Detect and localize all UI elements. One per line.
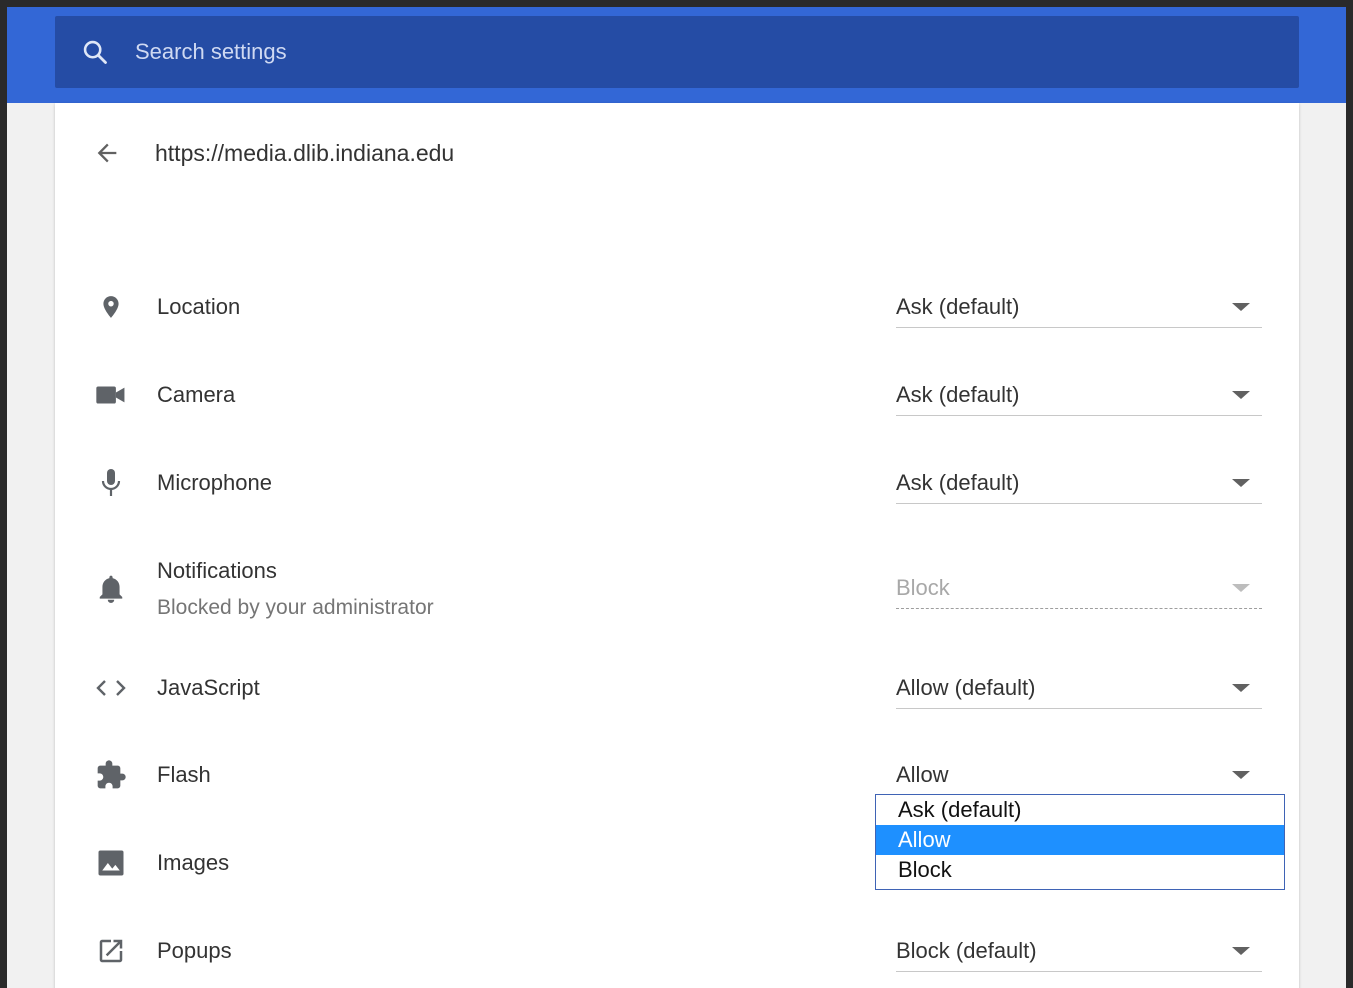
dropdown-option-ask[interactable]: Ask (default) [876, 795, 1284, 825]
select-value: Ask (default) [896, 469, 1020, 495]
search-input[interactable] [135, 39, 735, 65]
bell-icon [85, 574, 137, 604]
chevron-down-icon [1232, 583, 1250, 592]
dropdown-option-allow[interactable]: Allow [876, 825, 1284, 855]
camera-icon [85, 384, 137, 406]
camera-select[interactable]: Ask (default) [896, 374, 1262, 416]
microphone-icon [85, 467, 137, 499]
permission-label: Images [157, 850, 230, 875]
select-value: Ask (default) [896, 381, 1020, 407]
back-button[interactable] [81, 127, 133, 179]
notifications-select: Block [896, 567, 1262, 609]
permission-label: Notifications [157, 558, 277, 583]
permission-row-microphone: Microphone Ask (default) [55, 453, 1299, 513]
chevron-down-icon [1232, 683, 1250, 692]
site-header: https://media.dlib.indiana.edu [55, 125, 1299, 181]
permission-label: Location [157, 294, 241, 319]
location-pin-icon [85, 292, 137, 322]
arrow-back-icon [97, 143, 117, 163]
open-in-new-icon [85, 936, 137, 966]
permission-label: Camera [157, 382, 236, 407]
permission-row-popups: Popups Block (default) [55, 921, 1299, 981]
select-value: Block (default) [896, 937, 1037, 963]
notifications-label-group: Notifications Blocked by your administra… [157, 558, 434, 620]
code-icon [85, 677, 137, 699]
permission-label: Microphone [157, 470, 272, 495]
popups-select[interactable]: Block (default) [896, 930, 1262, 972]
flash-select[interactable]: Allow [896, 754, 1262, 796]
window-frame: https://media.dlib.indiana.edu Location … [0, 0, 1353, 988]
permission-row-camera: Camera Ask (default) [55, 365, 1299, 425]
chevron-down-icon [1232, 946, 1250, 955]
search-box[interactable] [55, 16, 1299, 88]
dropdown-option-block[interactable]: Block [876, 855, 1284, 885]
permission-label: JavaScript [157, 675, 260, 700]
chevron-down-icon [1232, 770, 1250, 779]
settings-toolbar [7, 7, 1346, 103]
javascript-select[interactable]: Allow (default) [896, 667, 1262, 709]
search-icon[interactable] [55, 38, 135, 66]
select-value: Allow [896, 761, 949, 787]
select-value: Allow (default) [896, 674, 1036, 700]
location-select[interactable]: Ask (default) [896, 286, 1262, 328]
chevron-down-icon [1232, 478, 1250, 487]
select-value: Block [896, 574, 950, 600]
permission-sublabel: Blocked by your administrator [157, 596, 434, 619]
flash-dropdown-list[interactable]: Ask (default) Allow Block [875, 794, 1285, 890]
microphone-select[interactable]: Ask (default) [896, 462, 1262, 504]
permission-row-notifications: Notifications Blocked by your administra… [55, 549, 1299, 629]
select-value: Ask (default) [896, 293, 1020, 319]
chevron-down-icon [1232, 390, 1250, 399]
permission-row-javascript: JavaScript Allow (default) [55, 658, 1299, 718]
image-icon [85, 848, 137, 878]
permission-label: Popups [157, 938, 232, 963]
chevron-down-icon [1232, 302, 1250, 311]
site-url: https://media.dlib.indiana.edu [155, 139, 455, 166]
permission-row-location: Location Ask (default) [55, 277, 1299, 337]
puzzle-icon [85, 759, 137, 791]
permission-label: Flash [157, 762, 211, 787]
